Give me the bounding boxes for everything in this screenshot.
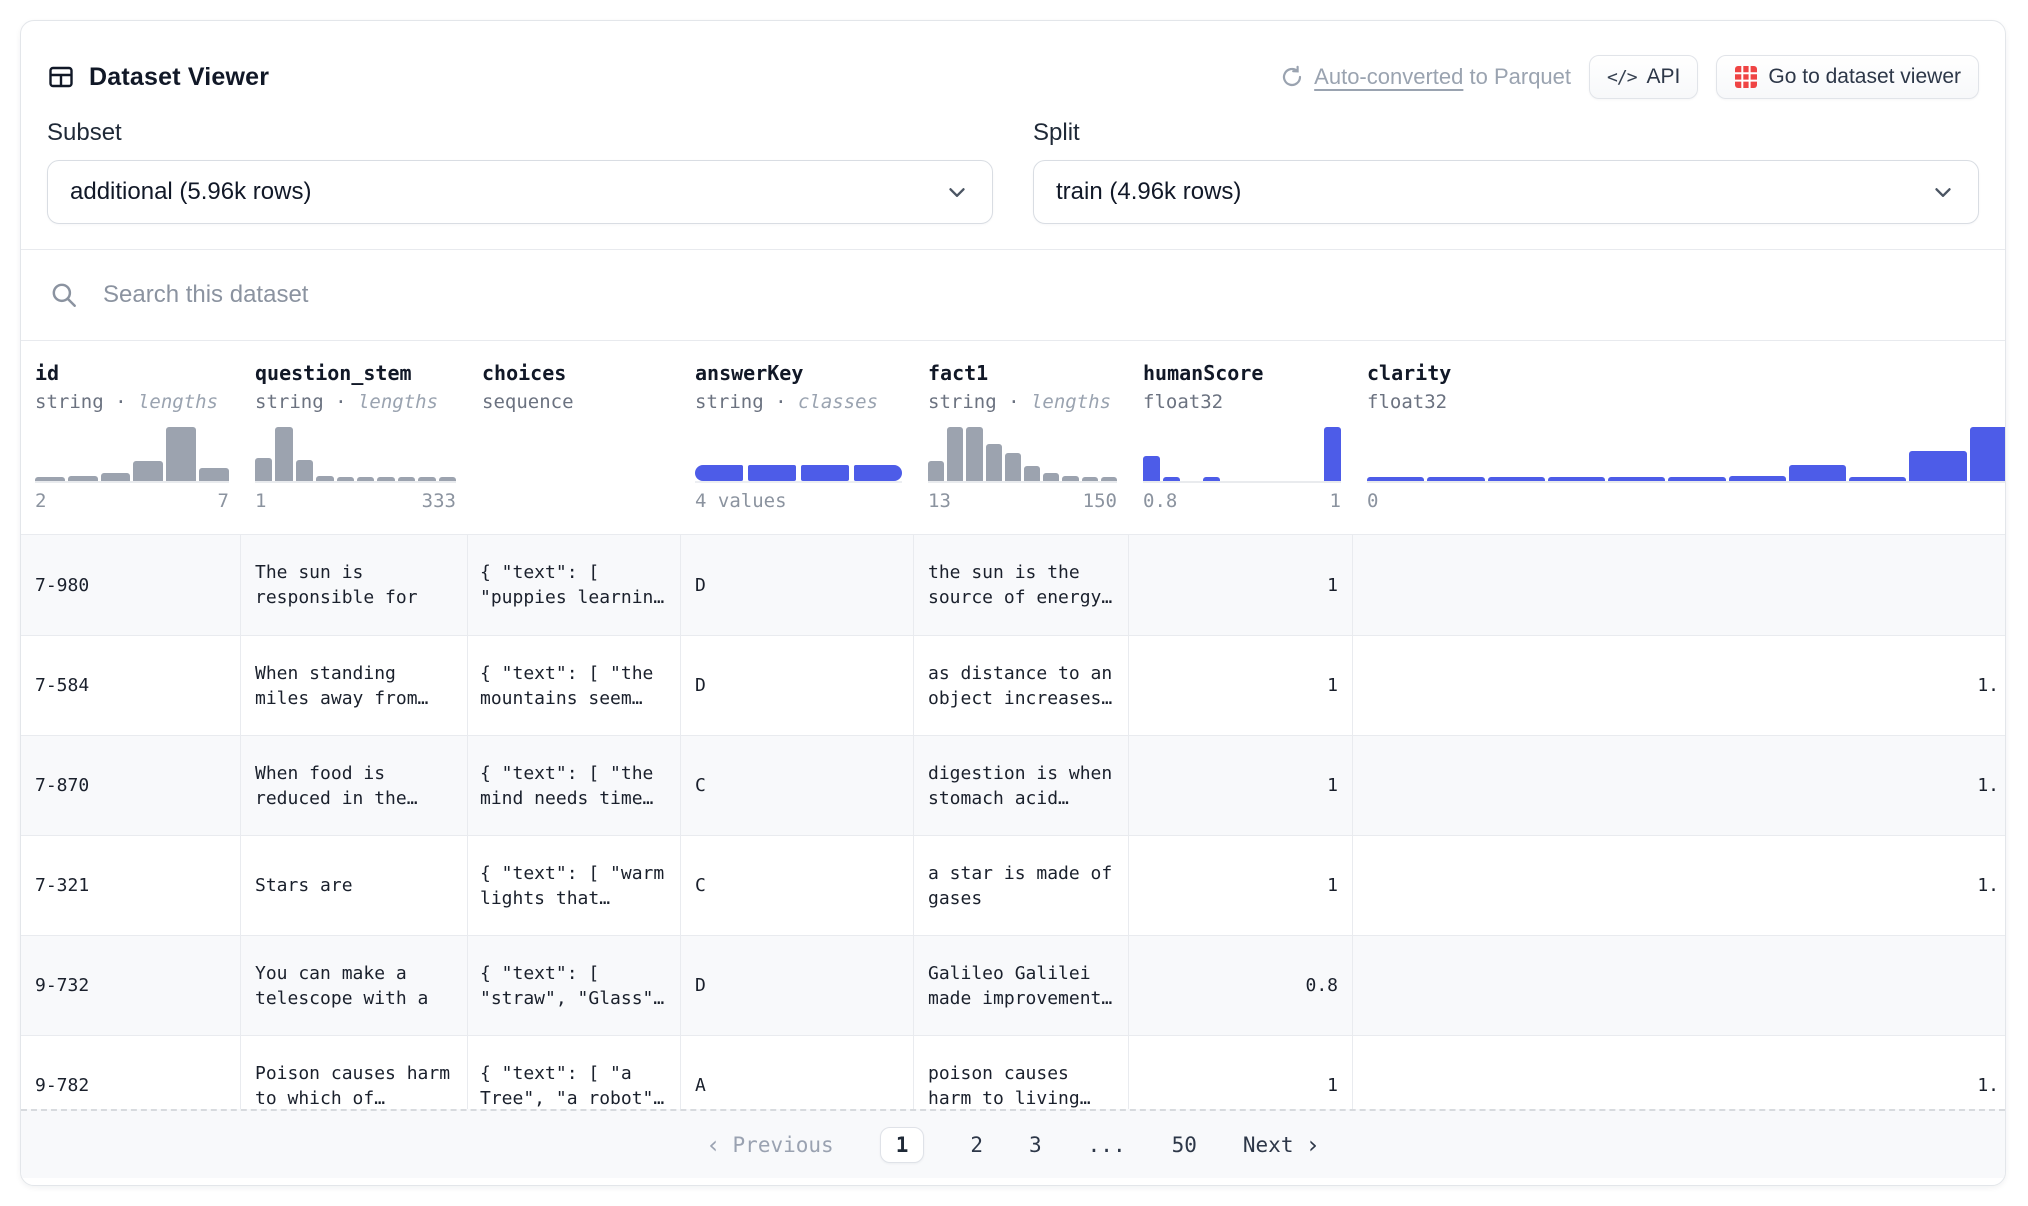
page-button-1[interactable]: 1 — [880, 1127, 925, 1163]
table-header: id string · lengths 27 question_stem str… — [21, 341, 2005, 534]
table-row[interactable]: 7-321 Stars are { "text": [ "warm lights… — [21, 835, 2005, 935]
search-icon — [49, 280, 79, 310]
histogram-human-score — [1143, 425, 1341, 483]
auto-converted-link: Auto-converted — [1314, 64, 1463, 89]
subset-label: Subset — [47, 119, 993, 147]
split-select[interactable]: train (4.96k rows) — [1033, 160, 1979, 224]
auto-converted-note[interactable]: Auto-converted to Parquet — [1280, 64, 1571, 90]
chevron-right-icon: › — [1305, 1133, 1319, 1157]
histogram-question-stem — [255, 425, 456, 483]
chevron-down-icon — [1930, 179, 1956, 205]
table-row[interactable]: 9-732 You can make a telescope with a { … — [21, 935, 2005, 1035]
subset-select[interactable]: additional (5.96k rows) — [47, 160, 993, 224]
histogram-id — [35, 425, 229, 483]
page-ellipsis: ... — [1088, 1133, 1126, 1157]
column-header-human-score: humanScore float32 0.81 — [1129, 341, 1353, 534]
column-header-answer-key: answerKey string · classes 4 values — [681, 341, 914, 534]
red-grid-icon — [1734, 65, 1758, 89]
refresh-icon — [1280, 65, 1304, 89]
column-header-question-stem: question_stem string · lengths 1333 — [241, 341, 468, 534]
api-button[interactable]: </> API — [1589, 55, 1698, 99]
column-header-clarity: clarity float32 0 — [1353, 341, 2006, 534]
header-bar: Dataset Viewer Auto-converted to Parquet… — [21, 21, 2005, 107]
page-button-3[interactable]: 3 — [1029, 1133, 1042, 1157]
subset-split-controls: Subset additional (5.96k rows) Split tra… — [21, 107, 2005, 224]
pagination-bar: ‹ Previous 1 2 3 ... 50 Next › — [21, 1109, 2005, 1178]
column-header-fact1: fact1 string · lengths 13150 — [914, 341, 1129, 534]
dataset-viewer-card: Dataset Viewer Auto-converted to Parquet… — [20, 20, 2006, 1186]
code-icon: </> — [1607, 67, 1637, 88]
page-button-2[interactable]: 2 — [970, 1133, 983, 1157]
chevron-down-icon — [944, 179, 970, 205]
search-placeholder: Search this dataset — [103, 281, 308, 309]
histogram-fact1 — [928, 425, 1117, 483]
table-row[interactable]: 7-584 When standing miles away from… { "… — [21, 635, 2005, 735]
search-bar[interactable]: Search this dataset — [21, 249, 2005, 341]
class-distribution-bar — [695, 425, 902, 483]
table-grid-icon — [47, 63, 75, 91]
histogram-clarity — [1367, 425, 2006, 483]
chevron-left-icon: ‹ — [706, 1133, 720, 1157]
column-header-id: id string · lengths 27 — [21, 341, 241, 534]
table-row[interactable]: 7-980 The sun is responsible for { "text… — [21, 535, 2005, 635]
split-label: Split — [1033, 119, 1979, 147]
column-header-choices: choices sequence — [468, 341, 681, 534]
table-row[interactable]: 7-870 When food is reduced in the… { "te… — [21, 735, 2005, 835]
go-to-dataset-viewer-button[interactable]: Go to dataset viewer — [1716, 55, 1979, 99]
previous-page-button[interactable]: ‹ Previous — [706, 1133, 834, 1157]
page-button-50[interactable]: 50 — [1172, 1133, 1197, 1157]
table-body: 7-980 The sun is responsible for { "text… — [21, 534, 2005, 1109]
next-page-button[interactable]: Next › — [1243, 1133, 1320, 1157]
table-row[interactable]: 9-782 Poison causes harm to which of… { … — [21, 1035, 2005, 1109]
histogram-choices — [482, 425, 669, 483]
page-title: Dataset Viewer — [89, 63, 269, 92]
